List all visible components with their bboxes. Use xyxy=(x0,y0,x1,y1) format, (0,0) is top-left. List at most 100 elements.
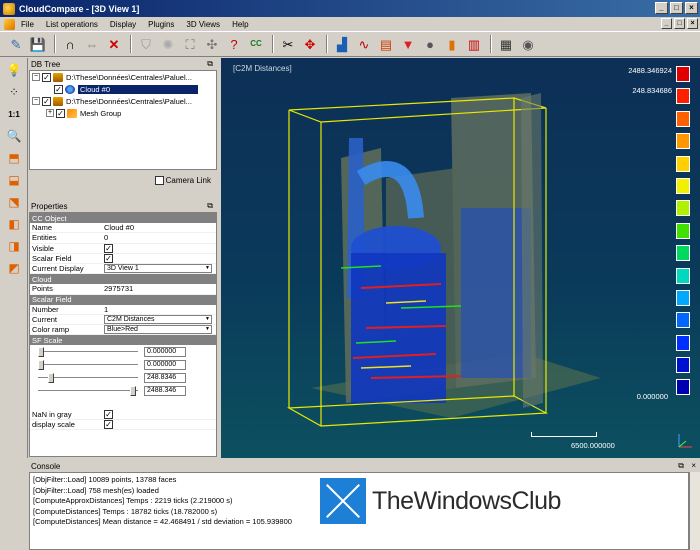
zoom-icon[interactable]: 🔍 xyxy=(3,126,25,146)
window-title: CloudCompare - [3D View 1] xyxy=(19,3,140,14)
windows-club-logo-icon xyxy=(320,478,366,524)
nan-gray-checkbox[interactable]: ✓ xyxy=(104,409,113,419)
lasso-icon[interactable]: ∩ xyxy=(60,34,80,54)
saturation-max-slider[interactable] xyxy=(48,373,54,384)
menu-file[interactable]: File xyxy=(21,20,34,29)
segment-icon[interactable]: ⛶ xyxy=(180,34,200,54)
console-scrollbar[interactable] xyxy=(689,472,700,550)
open-icon[interactable]: ✎ xyxy=(6,34,26,54)
db-tree-list[interactable]: − ✓ D:\These\Données\Centrales\Paluel...… xyxy=(29,70,217,170)
front-view-icon[interactable]: ⬓ xyxy=(3,170,25,190)
slider-track[interactable] xyxy=(38,364,138,367)
saturation-max-spinbox[interactable]: 248.8346 xyxy=(144,373,186,384)
clone-icon[interactable]: ⇔ xyxy=(82,34,102,54)
tree-item[interactable]: ✓ Cloud #0 xyxy=(30,83,216,95)
3d-view-canvas[interactable]: [C2M Distances] 2488.346924 248.834686 0… xyxy=(221,58,700,458)
translate-icon[interactable]: ✥ xyxy=(300,34,320,54)
shield-icon[interactable]: ⛉ xyxy=(136,34,156,54)
display-scale-checkbox[interactable]: ✓ xyxy=(104,419,113,429)
subsample-icon[interactable]: ✺ xyxy=(158,34,178,54)
saturation-min-slider[interactable] xyxy=(38,360,44,371)
color-scale-icon[interactable]: ▮ xyxy=(442,34,462,54)
tree-item[interactable]: − ✓ D:\These\Données\Centrales\Paluel... xyxy=(30,71,216,83)
light-bulb-icon[interactable]: 💡 xyxy=(3,60,25,80)
cc-distance-icon[interactable]: CC xyxy=(246,34,266,54)
scissors-icon[interactable]: ✂ xyxy=(278,34,298,54)
display-min-spinbox[interactable]: 0.000000 xyxy=(144,347,186,358)
close-icon[interactable]: × xyxy=(691,461,696,470)
top-view-icon[interactable]: ⬒ xyxy=(3,148,25,168)
back-view-icon[interactable]: ⬔ xyxy=(3,192,25,212)
save-icon[interactable]: 💾 xyxy=(28,34,48,54)
question-icon[interactable]: ? xyxy=(224,34,244,54)
close-button[interactable]: × xyxy=(685,2,698,14)
current-display-select[interactable]: 3D View 1 xyxy=(104,264,212,274)
prop-key: Entities xyxy=(32,233,57,243)
menu-help[interactable]: Help xyxy=(232,20,248,29)
maximize-button[interactable]: □ xyxy=(670,2,683,14)
current-sf-select[interactable]: C2M Distances xyxy=(104,314,212,324)
menu-list-operations[interactable]: List operations xyxy=(46,20,98,29)
visibility-checkbox[interactable]: ✓ xyxy=(54,84,63,94)
tree-item[interactable]: − ✓ D:\These\Données\Centrales\Paluel... xyxy=(30,95,216,107)
camera-icon[interactable]: ◉ xyxy=(518,34,538,54)
color-ramp-select[interactable]: Blue>Red xyxy=(104,325,212,335)
iso-view-icon[interactable]: ◩ xyxy=(3,258,25,278)
tree-item[interactable]: + ✓ Mesh Group xyxy=(30,107,216,119)
doc-minimize-button[interactable]: _ xyxy=(661,18,672,29)
right-view-icon[interactable]: ◨ xyxy=(3,236,25,256)
expand-icon[interactable]: + xyxy=(46,109,54,117)
point-cloud-render[interactable] xyxy=(221,58,700,458)
camera-link-checkbox[interactable] xyxy=(154,176,164,185)
left-view-icon[interactable]: ◧ xyxy=(3,214,25,234)
prop-row: Color ramp Blue>Red xyxy=(30,325,216,336)
undock-icon[interactable]: ⧉ xyxy=(678,461,684,471)
sf-gradient-icon[interactable]: ▤ xyxy=(376,34,396,54)
display-min-slider[interactable] xyxy=(38,347,44,358)
visibility-checkbox[interactable]: ✓ xyxy=(42,96,51,106)
color-scale-step xyxy=(676,177,690,194)
doc-close-button[interactable]: × xyxy=(687,18,698,29)
scalar-field-checkbox[interactable]: ✓ xyxy=(104,253,113,263)
mesh-icon[interactable]: ▦ xyxy=(496,34,516,54)
camera-link-toggle[interactable]: Camera Link xyxy=(154,176,211,185)
undock-icon[interactable]: ⧉ xyxy=(207,59,213,69)
sf-arithmetic-icon[interactable]: ∿ xyxy=(354,34,374,54)
mesh-group-icon xyxy=(67,108,77,118)
doc-restore-button[interactable]: □ xyxy=(674,18,685,29)
display-max-slider[interactable] xyxy=(130,386,136,397)
menu-display[interactable]: Display xyxy=(110,20,136,29)
point-cloud-icon xyxy=(65,84,75,94)
menu-3d-views[interactable]: 3D Views xyxy=(186,20,220,29)
slider-track[interactable] xyxy=(38,351,138,354)
point-size-icon[interactable]: ⁘ xyxy=(3,82,25,102)
collapse-icon[interactable]: − xyxy=(32,97,40,105)
zoom-1-1-icon[interactable]: 1:1 xyxy=(3,104,25,124)
prop-row: display scale ✓ xyxy=(30,419,216,430)
properties-table: CC Object Name Cloud #0 Entities 0 Visib… xyxy=(29,212,217,457)
visibility-checkbox[interactable]: ✓ xyxy=(56,108,65,118)
color-scale-bar xyxy=(676,66,690,402)
collapse-icon[interactable]: − xyxy=(32,73,40,81)
prop-value[interactable]: Cloud #0 xyxy=(104,223,216,232)
color-scale-step xyxy=(676,222,690,239)
saturation-min-spinbox[interactable]: 0.000000 xyxy=(144,360,186,371)
sf-convert-icon[interactable]: ▥ xyxy=(464,34,484,54)
histogram-icon[interactable]: ▟ xyxy=(332,34,352,54)
filter-icon[interactable]: ▼ xyxy=(398,34,418,54)
minimize-button[interactable]: _ xyxy=(655,2,668,14)
delete-icon[interactable]: ✕ xyxy=(104,34,124,54)
visible-checkbox[interactable]: ✓ xyxy=(104,243,113,253)
prop-value: 1 xyxy=(104,304,109,314)
undock-icon[interactable]: ⧉ xyxy=(207,201,213,211)
title-bar: CloudCompare - [3D View 1] _ □ × xyxy=(0,0,700,17)
display-max-spinbox[interactable]: 2488.346 xyxy=(144,386,186,397)
slider-track[interactable] xyxy=(38,390,138,393)
visibility-checkbox[interactable]: ✓ xyxy=(42,72,51,82)
sphere-icon[interactable]: ● xyxy=(420,34,440,54)
menu-plugins[interactable]: Plugins xyxy=(148,20,174,29)
color-scale-min-label: 0.000000 xyxy=(636,392,668,401)
register-icon[interactable]: ✣ xyxy=(202,34,222,54)
axis-gizmo-icon xyxy=(678,434,692,448)
tree-item-label: D:\These\Données\Centrales\Paluel... xyxy=(66,96,192,106)
